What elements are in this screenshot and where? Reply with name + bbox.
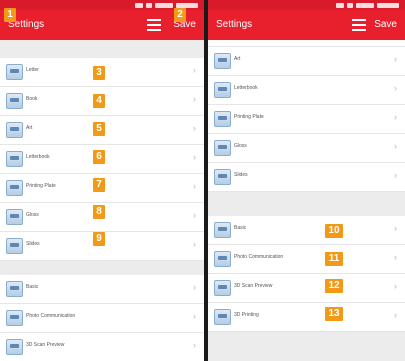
list-item[interactable]: Basic › <box>0 275 204 304</box>
chevron-right-icon: › <box>193 210 196 220</box>
annotation-badge-1: 1 <box>4 8 16 22</box>
document-icon <box>214 222 231 238</box>
list-item[interactable]: 3D Scan Preview › <box>208 274 405 303</box>
list-item-label: 3D Printing <box>234 312 259 318</box>
annotation-badge-13: 13 <box>325 307 343 321</box>
annotation-badge-5: 5 <box>93 122 105 136</box>
list-item[interactable]: Art › <box>208 47 405 76</box>
annotation-badge-12: 12 <box>325 279 343 293</box>
chevron-right-icon: › <box>394 252 397 262</box>
annotation-badge-10: 10 <box>325 224 343 238</box>
list-item[interactable]: Letterbook › <box>208 76 405 105</box>
save-button[interactable]: Save <box>374 19 397 30</box>
document-icon <box>6 122 23 138</box>
list-item[interactable]: Gloss › <box>208 134 405 163</box>
status-icons <box>336 1 399 9</box>
scrolled-list-edge <box>208 40 405 47</box>
menu-icon[interactable] <box>147 19 161 31</box>
document-icon <box>6 209 23 225</box>
chevron-right-icon: › <box>394 141 397 151</box>
annotation-badge-6: 6 <box>93 150 105 164</box>
chevron-right-icon: › <box>193 65 196 75</box>
list-item[interactable]: Basic › <box>208 216 405 245</box>
annotation-badge-2: 2 <box>174 8 186 22</box>
list-item-label: Letter <box>26 67 39 73</box>
document-icon <box>214 280 231 296</box>
document-icon <box>214 140 231 156</box>
list-item-label: Gloss <box>234 143 247 149</box>
chevron-right-icon: › <box>193 239 196 249</box>
document-icon <box>6 64 23 80</box>
document-icon <box>6 180 23 196</box>
document-icon <box>6 151 23 167</box>
chevron-right-icon: › <box>193 181 196 191</box>
status-bar <box>208 0 405 10</box>
list-item-label: Art <box>26 125 33 131</box>
status-icons <box>135 1 198 9</box>
chevron-right-icon: › <box>193 94 196 104</box>
document-icon <box>214 169 231 185</box>
page-title: Settings <box>216 19 253 30</box>
list-item[interactable]: Photo Communication › <box>208 245 405 274</box>
list-item-label: Slides <box>26 241 40 247</box>
chevron-right-icon: › <box>193 152 196 162</box>
list-item-label: Art <box>234 56 241 62</box>
list-item-label: Printing Plate <box>26 183 56 189</box>
settings-list-group-1: Art › Letterbook › Printing Plate › Glos… <box>208 47 405 192</box>
document-icon <box>6 339 23 355</box>
app-bar: Settings Save <box>208 10 405 40</box>
document-icon <box>6 238 23 254</box>
menu-icon[interactable] <box>352 19 366 31</box>
chevron-right-icon: › <box>394 170 397 180</box>
list-item-label: Basic <box>234 225 247 231</box>
document-icon <box>214 251 231 267</box>
document-icon <box>6 93 23 109</box>
chevron-right-icon: › <box>193 340 196 350</box>
list-item-label: Photo Communication <box>234 254 284 260</box>
list-item-label: Photo Communication <box>26 313 76 319</box>
chevron-right-icon: › <box>394 54 397 64</box>
chevron-right-icon: › <box>394 83 397 93</box>
list-item-label: Gloss <box>26 212 39 218</box>
chevron-right-icon: › <box>193 282 196 292</box>
chevron-right-icon: › <box>394 281 397 291</box>
list-item-label: 3D Scan Preview <box>234 283 273 289</box>
document-icon <box>214 309 231 325</box>
document-icon <box>214 82 231 98</box>
right-screen: Settings Save Art › Letterbook › Printin… <box>208 0 405 361</box>
document-icon <box>6 310 23 326</box>
settings-list-group-2: Basic › Photo Communication › 3D Scan Pr… <box>208 216 405 332</box>
annotation-badge-8: 8 <box>93 205 105 219</box>
list-item[interactable]: Slides › <box>208 163 405 192</box>
chevron-right-icon: › <box>193 123 196 133</box>
list-item-label: 3D Scan Preview <box>26 342 65 348</box>
list-item[interactable]: Photo Communication › <box>0 304 204 333</box>
list-item[interactable]: Printing Plate › <box>208 105 405 134</box>
document-icon <box>6 281 23 297</box>
list-item-label: Slides <box>234 172 248 178</box>
list-item[interactable]: 3D Scan Preview › <box>0 333 204 361</box>
annotation-badge-9: 9 <box>93 232 105 246</box>
list-item[interactable]: 3D Printing › <box>208 303 405 332</box>
annotation-badge-4: 4 <box>93 94 105 108</box>
document-icon <box>214 53 231 69</box>
list-item-label: Basic <box>26 284 39 290</box>
list-item-label: Book <box>26 96 38 102</box>
chevron-right-icon: › <box>394 310 397 320</box>
annotation-badge-7: 7 <box>93 178 105 192</box>
document-icon <box>214 111 231 127</box>
settings-list-group-2: Basic › Photo Communication › 3D Scan Pr… <box>0 275 204 361</box>
annotation-badge-11: 11 <box>325 252 343 266</box>
annotation-badge-3: 3 <box>93 66 105 80</box>
list-item-label: Letterbook <box>234 85 258 91</box>
list-item-label: Letterbook <box>26 154 50 160</box>
chevron-right-icon: › <box>193 311 196 321</box>
chevron-right-icon: › <box>394 223 397 233</box>
list-item-label: Printing Plate <box>234 114 264 120</box>
chevron-right-icon: › <box>394 112 397 122</box>
